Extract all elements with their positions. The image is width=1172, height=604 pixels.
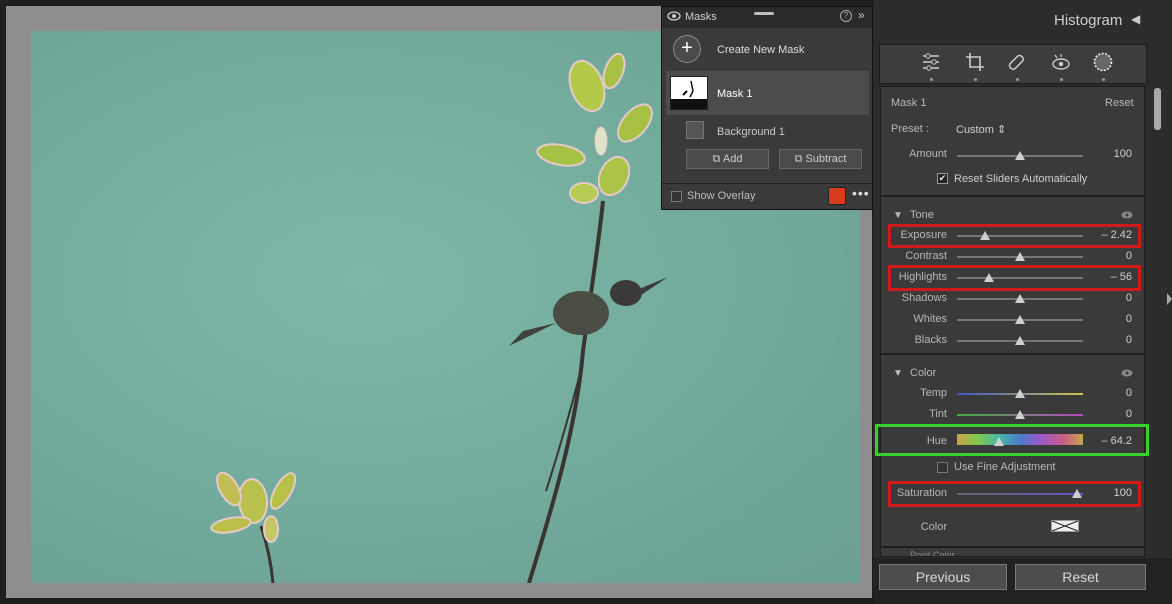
slider-value[interactable]: 0: [1092, 334, 1132, 346]
slider-label: Blacks: [914, 334, 947, 346]
temp-value[interactable]: 0: [1092, 387, 1132, 399]
reset-sliders-label[interactable]: Reset Sliders Automatically: [954, 173, 1087, 185]
subtract-button-label: Subtract: [805, 153, 847, 165]
mask-thumbnail-image: [671, 80, 707, 109]
reset-sliders-checkbox[interactable]: ✔: [937, 173, 948, 184]
help-icon[interactable]: ?: [840, 10, 852, 22]
collapse-icon[interactable]: »: [858, 8, 865, 22]
create-new-mask-label[interactable]: Create New Mask: [717, 44, 804, 56]
amount-label: Amount: [909, 148, 947, 160]
show-overlay-label[interactable]: Show Overlay: [687, 190, 755, 202]
tint-slider-thumb[interactable]: [1015, 410, 1025, 419]
eye-icon[interactable]: [1121, 369, 1133, 377]
add-button-label: Add: [722, 153, 743, 165]
develop-right-panel: Histogram ◀ Mask 1 Reset Preset: Custom…: [873, 0, 1172, 604]
slider-thumb[interactable]: [1015, 336, 1025, 345]
show-overlay-checkbox[interactable]: [671, 191, 682, 202]
overlay-color-swatch[interactable]: [828, 187, 846, 205]
slider-label: Shadows: [901, 292, 947, 304]
exposure-highlight-box: [888, 224, 1141, 248]
masks-title: Masks: [685, 11, 717, 23]
add-button[interactable]: ⧉ Add: [686, 149, 769, 169]
fine-adjustment-checkbox[interactable]: [937, 462, 948, 473]
slider-thumb[interactable]: [1015, 294, 1025, 303]
preset-dropdown[interactable]: Custom ⇕: [956, 123, 1006, 136]
expand-arrow-icon[interactable]: ◀: [1131, 12, 1140, 26]
preset-arrows-icon: ⇕: [996, 124, 1007, 136]
sliders-icon[interactable]: [920, 51, 942, 73]
preset-label: Preset :: [891, 123, 929, 135]
slider-value[interactable]: 0: [1092, 313, 1132, 325]
mask-settings-section: Mask 1 Reset Preset : Custom ⇕ Amount 10…: [880, 86, 1145, 196]
masks-header[interactable]: Masks ? »: [662, 7, 872, 28]
slider-value[interactable]: 0: [1092, 250, 1132, 262]
mask-1-row[interactable]: Mask 1: [666, 71, 869, 115]
color-title[interactable]: Color: [910, 367, 936, 379]
masks-panel: Masks ? » + Create New Mask Mask 1 Backg…: [661, 6, 873, 210]
masking-icon[interactable]: [1092, 51, 1114, 73]
histogram-title[interactable]: Histogram: [1054, 12, 1122, 29]
drag-handle[interactable]: [754, 12, 774, 15]
tint-label: Tint: [929, 408, 947, 420]
tool-indicator-dot: [1102, 78, 1105, 81]
tint-value[interactable]: 0: [1092, 408, 1132, 420]
add-mask-icon: ⧉: [712, 153, 723, 165]
slider-label: Whites: [913, 313, 947, 325]
show-overlay-row: Show Overlay •••: [662, 183, 872, 208]
tool-strip: [879, 44, 1147, 84]
red-eye-icon[interactable]: [1050, 51, 1072, 73]
highlights-highlight-box: [888, 265, 1141, 291]
slider-value[interactable]: 0: [1092, 292, 1132, 304]
reset-button[interactable]: Reset: [1015, 564, 1146, 590]
subtract-mask-icon: ⧉: [794, 153, 806, 165]
color-swatch-picker[interactable]: [1051, 520, 1079, 532]
amount-value[interactable]: 100: [1092, 148, 1132, 160]
collapse-triangle-icon[interactable]: ▼: [893, 210, 903, 221]
temp-label: Temp: [920, 387, 947, 399]
background-component-label[interactable]: Background 1: [717, 126, 785, 138]
tone-title[interactable]: Tone: [910, 209, 934, 221]
more-options-icon[interactable]: •••: [852, 185, 870, 201]
tool-indicator-dot: [1016, 78, 1019, 81]
fine-adjustment-label[interactable]: Use Fine Adjustment: [954, 461, 1056, 473]
preset-value: Custom: [956, 124, 994, 136]
crop-icon[interactable]: [964, 51, 986, 73]
tool-indicator-dot: [930, 78, 933, 81]
background-component-row[interactable]: Background 1: [662, 119, 872, 143]
amount-slider-thumb[interactable]: [1015, 151, 1025, 160]
previous-button[interactable]: Previous: [879, 564, 1007, 590]
slider-label: Contrast: [905, 250, 947, 262]
mask-1-label[interactable]: Mask 1: [717, 88, 752, 100]
tool-indicator-dot: [1060, 78, 1063, 81]
mask-reset-button[interactable]: Reset: [1105, 97, 1134, 109]
hue-highlight-box: [875, 424, 1149, 456]
collapse-triangle-icon[interactable]: ▼: [893, 368, 903, 379]
create-new-mask-row[interactable]: + Create New Mask: [662, 29, 872, 71]
subtract-button[interactable]: ⧉ Subtract: [779, 149, 862, 169]
histogram-header[interactable]: Histogram ◀: [873, 0, 1153, 40]
next-section-title[interactable]: Point Color: [910, 546, 955, 556]
plus-icon[interactable]: +: [673, 35, 701, 63]
bottom-bar: Previous Reset: [873, 558, 1172, 604]
eye-icon[interactable]: [667, 10, 681, 22]
panel-scrollbar[interactable]: [1153, 84, 1163, 554]
eye-icon[interactable]: [1121, 211, 1133, 219]
next-section-peek: Point Color: [880, 547, 1145, 557]
background-mask-icon: [686, 121, 704, 139]
scrollbar-thumb[interactable]: [1154, 88, 1161, 130]
temp-slider-thumb[interactable]: [1015, 389, 1025, 398]
panel-expand-arrow-icon[interactable]: [1167, 293, 1172, 305]
healing-icon[interactable]: [1005, 51, 1027, 73]
mask-thumbnail[interactable]: [670, 76, 708, 110]
check-mark-icon: ✔: [938, 173, 947, 183]
color-swatch-label: Color: [920, 521, 947, 533]
mask-name-label: Mask 1: [891, 97, 927, 109]
slider-thumb[interactable]: [1015, 315, 1025, 324]
slider-thumb[interactable]: [1015, 252, 1025, 261]
tool-indicator-dot: [974, 78, 977, 81]
saturation-highlight-box: [888, 481, 1141, 507]
